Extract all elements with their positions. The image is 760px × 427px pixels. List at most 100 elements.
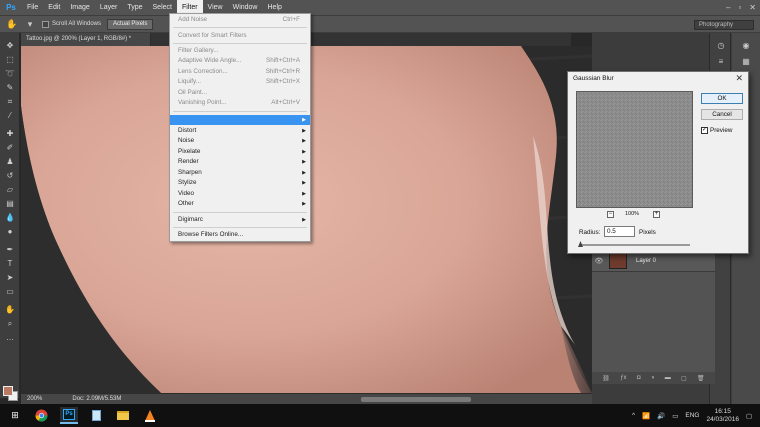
marquee-tool-icon[interactable]: ⬚ [4,55,16,65]
submenu-arrow-icon: ▶ [302,201,306,207]
clock[interactable]: 16:15 24/03/2016 [706,408,739,424]
crop-tool-icon[interactable]: ⌗ [4,97,16,107]
eye-icon[interactable]: 👁 [592,257,606,265]
close-icon[interactable]: ✕ [749,0,756,15]
menu-edit[interactable]: Edit [43,0,65,15]
radius-input[interactable]: 0.5 [604,226,635,237]
menu-item-noise[interactable]: Noise ▶ [170,136,310,146]
network-icon[interactable]: 📶 [642,412,650,420]
brush-tool-icon[interactable]: ✐ [4,143,16,153]
taskbar: ⊞ Ps ^ 📶 🔊 ▭ ENG 16:15 24/03/2016 ▢ [0,404,760,427]
delete-layer-icon[interactable]: 🗑 [697,375,705,382]
checkmark-icon[interactable]: ✓ [701,127,708,134]
menu-item-liquify[interactable]: Liquify... Shift+Ctrl+X [170,77,310,87]
menu-item-distort[interactable]: Distort ▶ [170,126,310,136]
properties-icon[interactable]: ≡ [715,57,727,67]
menu-item-adaptive-wide-angle[interactable]: Adaptive Wide Angle... Shift+Ctrl+A [170,56,310,66]
notepad-icon[interactable] [87,407,105,424]
rectangle-tool-icon[interactable]: ▭ [4,287,16,297]
radius-unit: Pixels [639,229,656,236]
hand-tool-icon[interactable]: ✋ [4,305,16,315]
menu-item-vanishing-point[interactable]: Vanishing Point... Alt+Ctrl+V [170,98,310,108]
gradient-tool-icon[interactable]: ▤ [4,199,16,209]
zoom-in-button[interactable]: + [653,211,660,218]
scroll-all-windows-checkbox[interactable]: Scroll All Windows [42,20,101,28]
more-tools-icon[interactable]: … [4,333,16,343]
menu-item-stylize[interactable]: Stylize ▶ [170,178,310,188]
path-selection-tool-icon[interactable]: ➤ [4,273,16,283]
clone-stamp-tool-icon[interactable]: ♟ [4,157,16,167]
hand-tool-icon[interactable]: ✋ [6,19,18,30]
radius-slider-track[interactable] [580,244,690,246]
checkbox-box[interactable] [42,20,49,28]
action-center-icon[interactable]: ▢ [746,412,756,420]
menu-type[interactable]: Type [122,0,147,15]
menu-item-add-noise[interactable]: Add Noise Ctrl+F [170,15,310,25]
chevron-up-icon[interactable]: ^ [632,412,635,419]
menu-item-other[interactable]: Other ▶ [170,199,310,209]
restore-icon[interactable]: ▫ [738,0,741,15]
history-brush-tool-icon[interactable]: ↺ [4,171,16,181]
minimize-icon[interactable]: – [726,0,730,15]
horizontal-scrollbar[interactable] [361,397,471,402]
pen-tool-icon[interactable]: ✒ [4,245,16,255]
volume-icon[interactable]: 🔊 [657,412,665,420]
zoom-tool-icon[interactable]: ⌕ [4,319,16,329]
cancel-button[interactable]: Cancel [701,109,743,120]
vlc-icon[interactable] [141,407,159,424]
new-layer-icon[interactable]: ▢ [681,375,687,382]
quick-selection-tool-icon[interactable]: ✎ [4,83,16,93]
healing-brush-tool-icon[interactable]: ✚ [4,129,16,139]
preview-checkbox[interactable]: ✓ Preview [701,127,732,134]
menu-separator [173,27,307,28]
menu-item-label: Lens Correction... [178,68,228,75]
move-tool-icon[interactable]: ✥ [4,41,16,51]
menu-item-browse-filters-online[interactable]: Browse Filters Online... [170,230,310,240]
type-tool-icon[interactable]: T [4,259,16,269]
menu-layer[interactable]: Layer [95,0,123,15]
status-zoom[interactable]: 200% [21,396,48,402]
link-layers-icon[interactable]: ⛓ [602,375,610,382]
blur-tool-icon[interactable]: 💧 [4,213,16,223]
foreground-color-swatch[interactable] [3,386,13,396]
menu-item-sharpen[interactable]: Sharpen ▶ [170,168,310,178]
windows-start-icon[interactable]: ⊞ [6,407,24,424]
new-group-icon[interactable]: ▬ [665,375,671,381]
menu-item-render[interactable]: Render ▶ [170,157,310,167]
menu-item-oil-paint[interactable]: Oil Paint... [170,88,310,98]
adjustment-layer-icon[interactable]: ◑ [651,375,655,381]
menu-item-lens-correction[interactable]: Lens Correction... Shift+Ctrl+R [170,67,310,77]
chat-icon[interactable]: ▭ [672,412,678,420]
menu-item-digimarc[interactable]: Digimarc ▶ [170,215,310,225]
menu-item-label: Sharpen [178,169,202,176]
chevron-down-icon[interactable]: ▾ [24,19,36,30]
workspace-switcher[interactable]: Photography [694,20,754,30]
menu-item-video[interactable]: Video ▶ [170,189,310,199]
document-tab[interactable]: Tattoo.jpg @ 200% (Layer 1, RGB/8#) * [21,33,151,46]
menu-file[interactable]: File [22,0,43,15]
menu-item-blur[interactable]: Blur ▶ [170,115,310,125]
layer-style-icon[interactable]: ƒx [620,375,626,381]
swatches-panel-icon[interactable]: ▦ [740,57,752,67]
menu-item-filter-gallery[interactable]: Filter Gallery... [170,46,310,56]
lasso-tool-icon[interactable]: ➰ [4,69,16,79]
layer-mask-icon[interactable]: ◘ [637,375,641,381]
chrome-icon[interactable] [32,407,50,424]
preview-window[interactable] [576,91,693,208]
photoshop-taskbar-icon[interactable]: Ps [60,407,78,424]
close-icon[interactable]: ✕ [735,73,743,84]
dodge-tool-icon[interactable]: ● [4,227,16,237]
color-panel-icon[interactable]: ◉ [740,41,752,51]
eraser-tool-icon[interactable]: ▱ [4,185,16,195]
menu-image[interactable]: Image [65,0,94,15]
zoom-out-button[interactable]: − [607,211,614,218]
history-icon[interactable]: ◷ [715,41,727,51]
menu-item-convert-smart-filters[interactable]: Convert for Smart Filters [170,31,310,41]
file-explorer-icon[interactable] [114,407,132,424]
menu-item-pixelate[interactable]: Pixelate ▶ [170,147,310,157]
eyedropper-tool-icon[interactable]: ⁄ [4,111,16,121]
language-indicator[interactable]: ENG [685,412,699,419]
status-bar: 200% Doc: 2.09M/5.53M [21,393,592,404]
actual-pixels-button[interactable]: Actual Pixels [107,18,154,30]
ok-button[interactable]: OK [701,93,743,104]
